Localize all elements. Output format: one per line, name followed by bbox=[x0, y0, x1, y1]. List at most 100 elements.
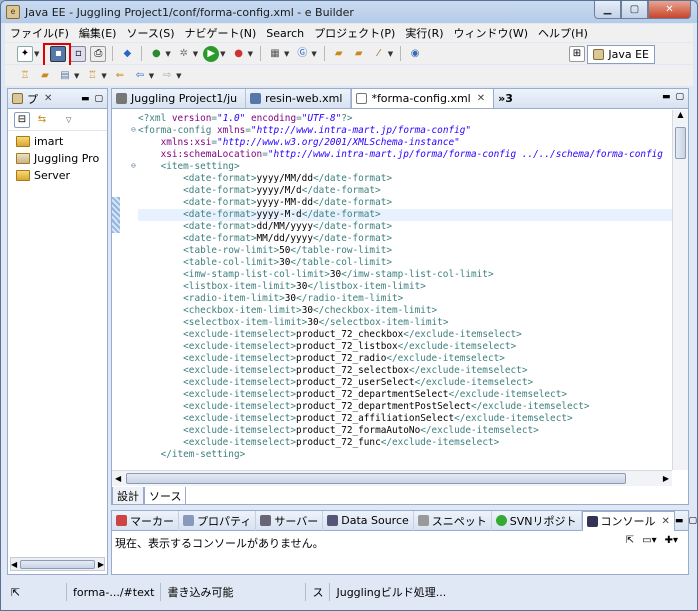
menu-window[interactable]: ウィンドウ(W) bbox=[449, 25, 533, 41]
minimize-view-icon[interactable]: ▬ bbox=[81, 94, 90, 104]
close-icon[interactable]: ✕ bbox=[662, 516, 670, 527]
code-line[interactable]: <date-format>yyyy-M-d</date-format> bbox=[138, 209, 381, 221]
close-icon[interactable]: ✕ bbox=[44, 93, 52, 104]
scroll-up-icon[interactable]: ▲ bbox=[673, 110, 688, 119]
code-line[interactable]: <item-setting> bbox=[138, 161, 240, 173]
maximize-view-icon[interactable]: ▢ bbox=[94, 94, 103, 104]
tab-servers[interactable]: サーバー bbox=[256, 510, 324, 531]
scroll-right-icon[interactable]: ▶ bbox=[98, 560, 104, 569]
code-line[interactable]: <date-format>yyyy/MM/dd</date-format> bbox=[138, 173, 392, 185]
menu-search[interactable]: Search bbox=[261, 27, 309, 40]
bug-icon[interactable]: ✲ bbox=[176, 46, 192, 62]
print-icon[interactable]: ⎙ bbox=[90, 45, 107, 62]
scroll-left-icon[interactable]: ◀ bbox=[115, 474, 121, 483]
code-line[interactable]: xmlns:xsi="http://www.w3.org/2001/XMLSch… bbox=[138, 137, 460, 149]
editor-tab-juggling[interactable]: Juggling Project1/ju bbox=[112, 89, 247, 108]
new-dropdown-icon[interactable]: ▼ bbox=[34, 50, 39, 58]
tab-markers[interactable]: マーカー bbox=[112, 510, 179, 531]
editor-hscrollbar[interactable]: ◀ ▶ bbox=[112, 470, 672, 486]
code-line[interactable]: <table-col-limit>30</table-col-limit> bbox=[138, 257, 392, 269]
class-icon[interactable]: Ⓖ bbox=[294, 46, 310, 62]
external-tools-dropdown-icon[interactable]: ▼ bbox=[248, 50, 253, 58]
explorer-tab[interactable]: プ ✕ bbox=[8, 91, 56, 107]
scroll-thumb[interactable] bbox=[126, 473, 626, 484]
tree-item-server[interactable]: Server bbox=[8, 167, 107, 184]
last-edit-icon[interactable]: ⇐ bbox=[112, 68, 128, 84]
save-icon[interactable]: ▪ bbox=[50, 45, 67, 62]
code-line[interactable]: <exclude-itemselect>product_72_checkbox<… bbox=[138, 329, 522, 341]
fold-toggle-icon[interactable]: ⊖ bbox=[131, 125, 136, 134]
maximize-button[interactable]: ▢ bbox=[621, 1, 648, 19]
tab-properties[interactable]: プロパティ bbox=[179, 510, 257, 531]
tab-source[interactable]: ソース bbox=[144, 487, 187, 505]
display-console-icon[interactable]: ▭▾ bbox=[642, 535, 656, 546]
layout-icon[interactable]: ▤ bbox=[57, 68, 73, 84]
run-dropdown-icon[interactable]: ▼ bbox=[220, 50, 225, 58]
back-dropdown-icon[interactable]: ▼ bbox=[149, 72, 154, 80]
code-line[interactable]: <date-format>dd/MM/yyyy</date-format> bbox=[138, 221, 392, 233]
editor-tab-resin[interactable]: resin-web.xml bbox=[246, 89, 352, 108]
class-dropdown-icon[interactable]: ▼ bbox=[311, 50, 316, 58]
open-folder-icon[interactable]: ▰ bbox=[331, 46, 347, 62]
link-editor-icon[interactable]: ⇆ bbox=[34, 112, 50, 128]
maximize-view-icon[interactable]: ▢ bbox=[688, 516, 697, 526]
folder-icon[interactable]: ▰ bbox=[37, 68, 53, 84]
menu-help[interactable]: ヘルプ(H) bbox=[533, 25, 593, 41]
menu-file[interactable]: ファイル(F) bbox=[5, 25, 74, 41]
globe-icon[interactable]: ◉ bbox=[407, 46, 423, 62]
code-line[interactable]: <radio-item-limit>30</radio-item-limit> bbox=[138, 293, 403, 305]
collapse-all-icon[interactable]: ⊟ bbox=[14, 111, 30, 128]
forward-icon[interactable]: ⇨ bbox=[159, 68, 175, 84]
tree-item-imart[interactable]: imart bbox=[8, 133, 107, 150]
code-line[interactable]: </item-setting> bbox=[138, 449, 246, 461]
tree-item-juggling[interactable]: Juggling Pro bbox=[8, 150, 107, 167]
open-type-icon[interactable]: ▰ bbox=[351, 46, 367, 62]
server-dropdown-icon[interactable]: ▼ bbox=[284, 50, 289, 58]
tab-console[interactable]: コンソール ✕ bbox=[581, 510, 675, 531]
more-tabs-button[interactable]: »3 bbox=[494, 89, 521, 108]
new-icon[interactable]: ✦ bbox=[17, 45, 33, 62]
code-line[interactable]: <exclude-itemselect>product_72_departmen… bbox=[138, 389, 567, 401]
tab-data-source[interactable]: Data Source bbox=[323, 510, 414, 531]
menu-run[interactable]: 実行(R) bbox=[400, 25, 448, 41]
next-annotation-icon[interactable]: ♖ bbox=[84, 68, 100, 84]
code-editor[interactable]: ⊖ ⊖ <?xml version="1.0" encoding="UTF-8"?>… bbox=[112, 110, 672, 470]
minimize-button[interactable]: ▁ bbox=[594, 1, 621, 19]
menu-project[interactable]: プロジェクト(P) bbox=[309, 25, 400, 41]
external-tools-icon[interactable]: ● bbox=[231, 46, 247, 62]
explorer-hscrollbar[interactable]: ◀ ▶ bbox=[10, 557, 105, 571]
menu-navigate[interactable]: ナビゲート(N) bbox=[179, 25, 261, 41]
tab-design[interactable]: 設計 bbox=[112, 487, 144, 505]
open-console-icon[interactable]: ✚▾ bbox=[665, 535, 678, 546]
fold-toggle-icon[interactable]: ⊖ bbox=[131, 161, 136, 170]
code-line[interactable]: <exclude-itemselect>product_72_departmen… bbox=[138, 401, 589, 413]
next-annotation-dropdown-icon[interactable]: ▼ bbox=[101, 72, 106, 80]
tab-snippets[interactable]: スニペット bbox=[414, 510, 492, 531]
annotation-icon[interactable]: ♖ bbox=[17, 68, 33, 84]
forward-dropdown-icon[interactable]: ▼ bbox=[176, 72, 181, 80]
code-line[interactable]: <exclude-itemselect>product_72_affiliati… bbox=[138, 413, 572, 425]
perspective-button[interactable]: Java EE bbox=[587, 45, 655, 64]
code-line[interactable]: <forma-config xmlns="http://www.intra-ma… bbox=[138, 125, 471, 137]
code-line[interactable]: <date-format>yyyy-MM-dd</date-format> bbox=[138, 197, 392, 209]
deploy-icon[interactable]: ◆ bbox=[119, 46, 135, 62]
tab-svn-repositories[interactable]: SVNリポジト bbox=[492, 510, 582, 531]
code-line[interactable]: <imw-stamp-list-col-limit>30</imw-stamp-… bbox=[138, 269, 493, 281]
editor-vscrollbar[interactable]: ▲ bbox=[672, 110, 688, 470]
code-line[interactable]: xsi:schemaLocation="http://www.intra-mar… bbox=[138, 149, 663, 161]
fast-view-icon[interactable]: ⇱ bbox=[5, 583, 67, 601]
back-icon[interactable]: ⇦ bbox=[132, 68, 148, 84]
minimize-editor-icon[interactable]: ▬ bbox=[662, 92, 671, 102]
close-icon[interactable]: ✕ bbox=[477, 93, 485, 104]
code-line[interactable]: <exclude-itemselect>product_72_userSelec… bbox=[138, 377, 533, 389]
code-line[interactable]: <table-row-limit>50</table-row-limit> bbox=[138, 245, 392, 257]
bug-dropdown-icon[interactable]: ▼ bbox=[193, 50, 198, 58]
code-line[interactable]: <date-format>MM/dd/yyyy</date-format> bbox=[138, 233, 392, 245]
debug-dropdown-icon[interactable]: ▼ bbox=[165, 50, 170, 58]
menu-source[interactable]: ソース(S) bbox=[121, 25, 179, 41]
minimize-view-icon[interactable]: ▬ bbox=[675, 516, 684, 526]
scroll-thumb[interactable] bbox=[675, 127, 686, 159]
run-icon[interactable]: ▶ bbox=[203, 45, 220, 62]
code-line[interactable]: <checkbox-item-limit>30</checkbox-item-l… bbox=[138, 305, 437, 317]
scroll-left-icon[interactable]: ◀ bbox=[11, 560, 17, 569]
